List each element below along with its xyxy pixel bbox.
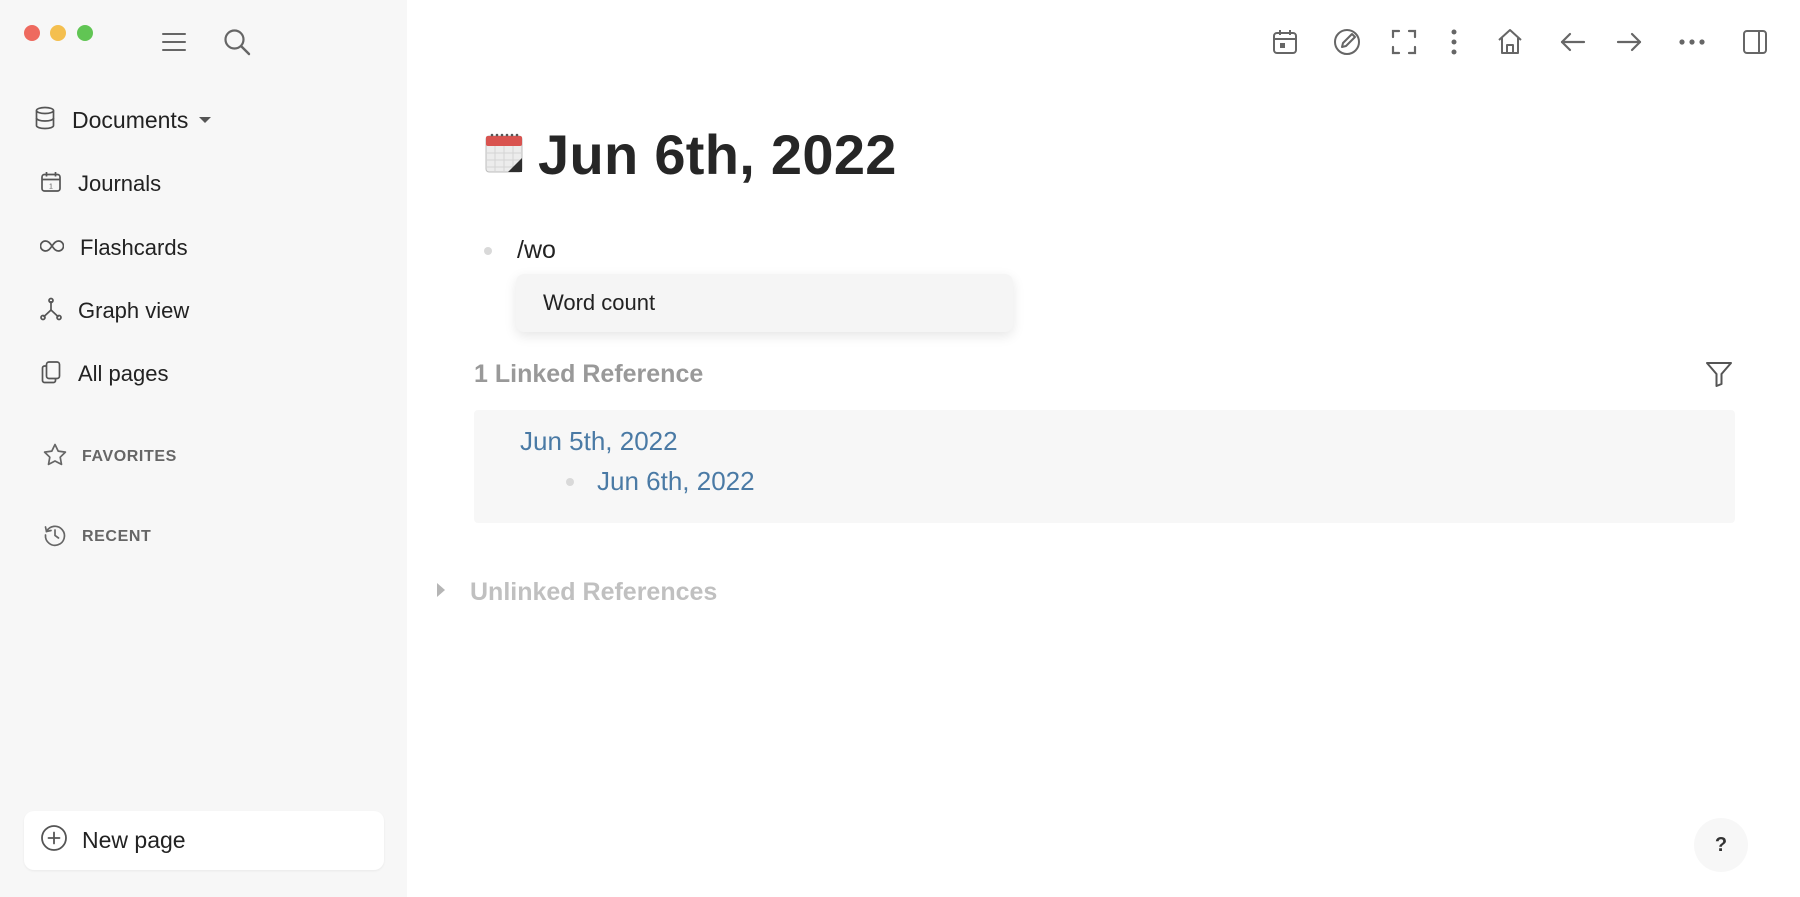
page-title[interactable]: Jun 6th, 2022 [484, 122, 897, 187]
home-icon[interactable] [1490, 22, 1530, 62]
window-minimize-button[interactable] [50, 25, 66, 41]
app-window: Documents 1 Journals Flashcards Graph vi… [0, 0, 1800, 897]
reference-block: Jun 6th, 2022 [566, 466, 755, 497]
editor-block[interactable]: /wo [484, 236, 556, 265]
linked-references-title[interactable]: 1 Linked Reference [474, 360, 703, 389]
pages-icon [40, 360, 62, 389]
calendar-pad-icon [484, 130, 524, 179]
more-icon[interactable] [1672, 22, 1712, 62]
filter-icon[interactable] [1704, 359, 1734, 389]
sidebar-item-label: Graph view [78, 298, 190, 323]
sidebar-item-all-pages[interactable]: All pages [40, 356, 169, 392]
sidebar-item-label: Journals [78, 171, 162, 196]
reference-block-link[interactable]: Jun 6th, 2022 [597, 466, 755, 497]
new-page-button[interactable]: New page [24, 811, 384, 870]
arrow-left-icon[interactable] [1553, 22, 1593, 62]
linked-reference-card: Jun 5th, 2022 Jun 6th, 2022 [474, 410, 1735, 523]
fullscreen-icon[interactable] [1384, 22, 1424, 62]
sidebar-section-label: FAVORITES [82, 448, 177, 465]
window-close-button[interactable] [24, 25, 40, 41]
arrow-right-icon[interactable] [1609, 22, 1649, 62]
unlinked-references-toggle[interactable]: Unlinked References [436, 578, 717, 607]
plus-circle-icon [40, 824, 68, 857]
sidebar-item-graph-view[interactable]: Graph view [40, 293, 189, 329]
left-sidebar: Documents 1 Journals Flashcards Graph vi… [0, 0, 407, 897]
database-icon [34, 106, 56, 135]
sidebar-section-label: RECENT [82, 528, 152, 545]
unlinked-references-title: Unlinked References [470, 578, 718, 606]
sidebar-item-flashcards[interactable]: Flashcards [39, 230, 188, 266]
sidebar-section-favorites[interactable]: FAVORITES [42, 442, 177, 472]
vertical-dots-icon[interactable] [1434, 22, 1474, 62]
calendar-icon[interactable] [1265, 22, 1305, 62]
help-label: ? [1714, 833, 1728, 856]
block-bullet[interactable] [566, 477, 574, 486]
sidebar-item-label: All pages [78, 361, 169, 386]
chevron-down-icon [198, 111, 212, 129]
pencil-icon[interactable] [1327, 22, 1367, 62]
repo-selector[interactable]: Documents [34, 104, 212, 136]
window-maximize-button[interactable] [77, 25, 93, 41]
graph-icon [40, 297, 62, 326]
sidebar-toggle-icon[interactable] [1735, 22, 1775, 62]
star-icon [42, 442, 68, 473]
sidebar-section-recent[interactable]: RECENT [42, 522, 151, 552]
autocomplete-item-label: Word count [543, 290, 656, 315]
reference-page-link[interactable]: Jun 5th, 2022 [520, 426, 678, 457]
help-button[interactable]: ? [1694, 818, 1748, 872]
sidebar-item-journals[interactable]: 1 Journals [40, 166, 161, 202]
repo-name: Documents [72, 106, 189, 133]
autocomplete-item-word-count[interactable]: Word count [516, 274, 1013, 332]
page-title-text: Jun 6th, 2022 [538, 123, 897, 186]
svg-text:1: 1 [49, 183, 53, 190]
sidebar-item-label: Flashcards [80, 235, 188, 260]
menu-icon[interactable] [158, 26, 190, 58]
new-page-label: New page [82, 827, 186, 853]
block-bullet[interactable] [484, 246, 492, 255]
triangle-right-icon [436, 582, 446, 603]
search-icon[interactable] [221, 26, 253, 58]
block-content[interactable]: /wo [517, 236, 556, 265]
infinity-icon [39, 239, 65, 258]
history-icon [42, 522, 68, 553]
linked-references-header: 1 Linked Reference [474, 356, 1734, 392]
calendar-icon: 1 [40, 171, 62, 198]
